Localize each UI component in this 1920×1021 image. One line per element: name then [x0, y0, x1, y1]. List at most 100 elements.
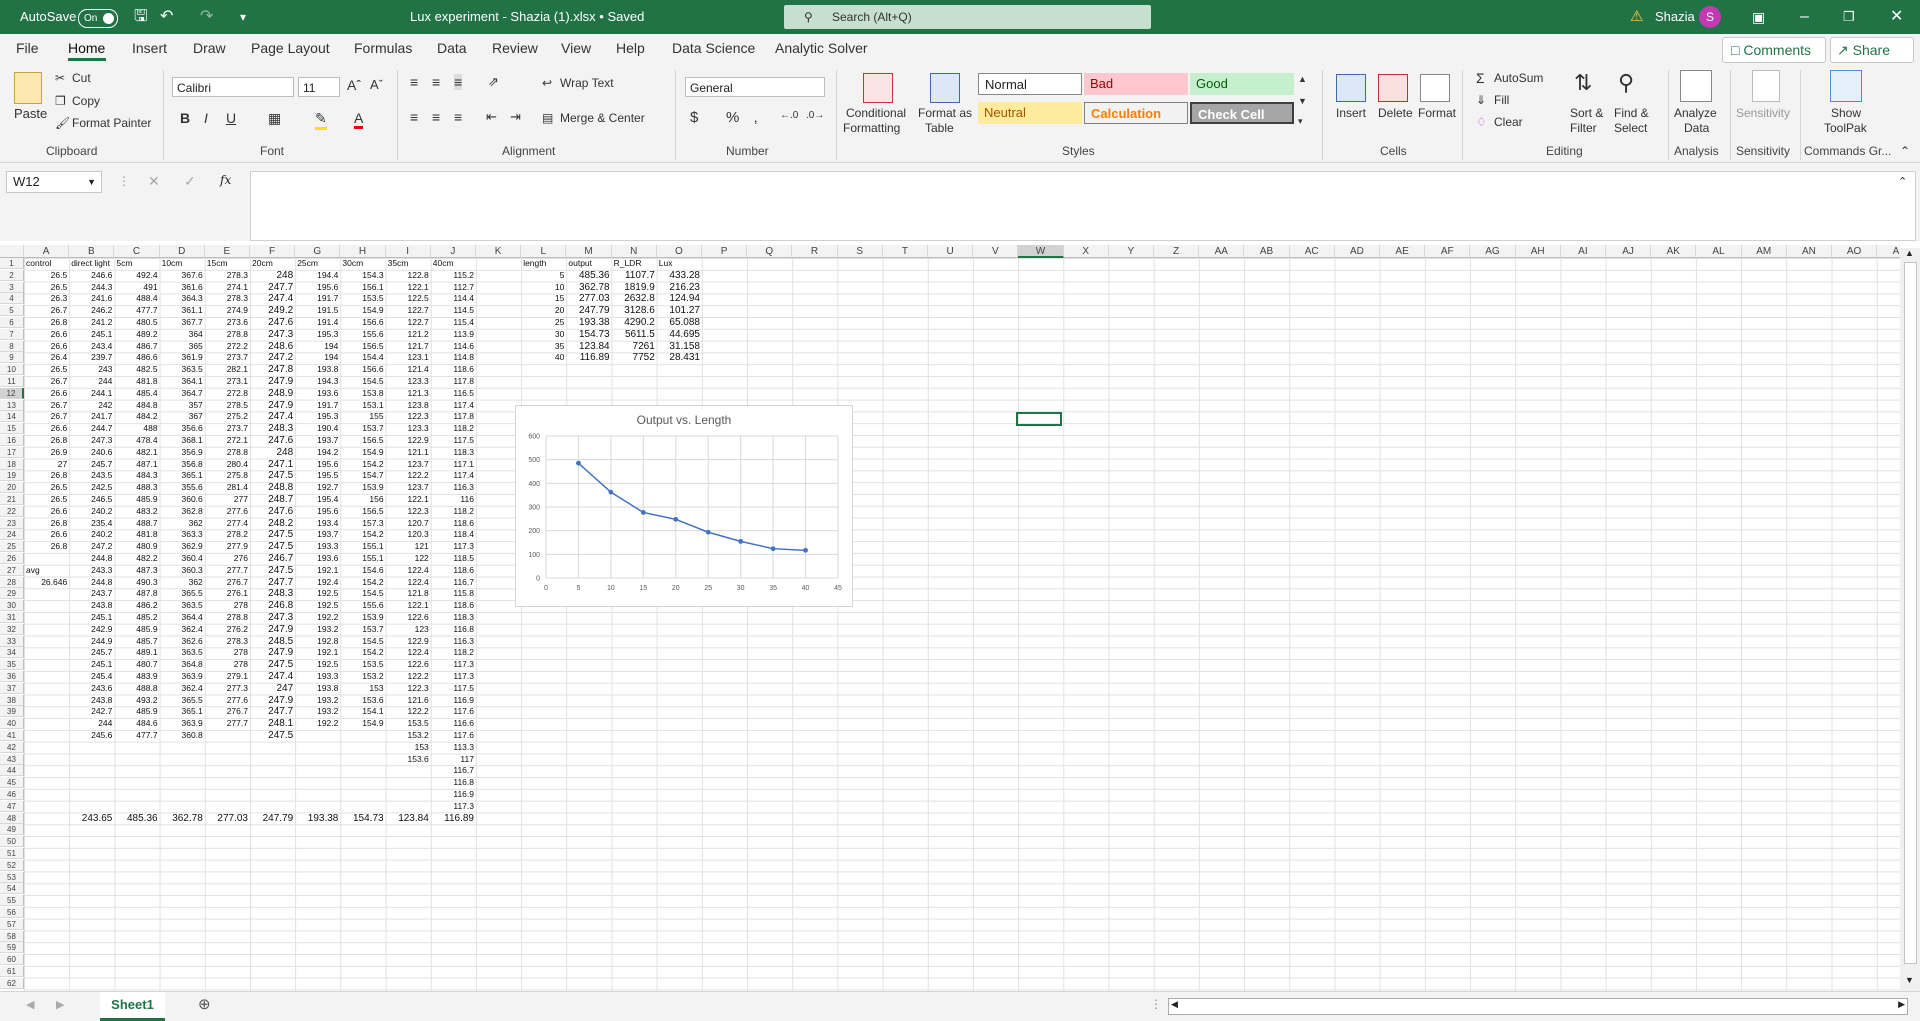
cell[interactable]: 240.6 — [69, 447, 114, 458]
cell[interactable]: 276 — [205, 553, 250, 564]
chart[interactable]: Output vs. Length 0 100 200 300 400 500 600 0 5 1… — [515, 405, 853, 607]
row-header[interactable]: 17 — [0, 446, 24, 458]
column-header-q[interactable]: Q — [747, 245, 793, 258]
row-header[interactable]: 14 — [0, 411, 24, 423]
confirm-entry-icon[interactable]: ✓ — [184, 173, 196, 190]
cell[interactable]: 154.2 — [340, 647, 385, 658]
cell[interactable]: 192.2 — [295, 612, 340, 623]
column-header-c[interactable]: C — [114, 245, 160, 258]
cell[interactable]: 121.1 — [386, 447, 431, 458]
cell[interactable]: 356.9 — [160, 447, 205, 458]
cell[interactable]: 116.9 — [431, 789, 476, 800]
cell[interactable]: 488.7 — [114, 518, 159, 529]
row-header[interactable]: 22 — [0, 505, 24, 517]
cell[interactable]: 122.3 — [386, 411, 431, 422]
cell[interactable]: 247 — [250, 683, 295, 694]
cell[interactable]: 153.5 — [386, 718, 431, 729]
cell[interactable]: 193.6 — [295, 388, 340, 399]
cell[interactable]: 155.1 — [340, 553, 385, 564]
cell[interactable]: Lux — [657, 258, 702, 269]
cell[interactable]: 480.5 — [114, 317, 159, 328]
tab-insert[interactable]: Insert — [132, 40, 167, 56]
column-header-ae[interactable]: AE — [1380, 245, 1426, 258]
cell[interactable]: 243.5 — [69, 470, 114, 481]
cell[interactable]: 242.5 — [69, 482, 114, 493]
row-header[interactable]: 18 — [0, 458, 24, 470]
cell[interactable]: 482.2 — [114, 553, 159, 564]
cell[interactable]: direct light — [69, 258, 114, 269]
cell[interactable]: 278.5 — [205, 400, 250, 411]
cell[interactable]: 153.9 — [340, 482, 385, 493]
cell[interactable]: 7752 — [612, 352, 657, 363]
cell[interactable]: 240.2 — [69, 506, 114, 517]
cell[interactable]: 362.78 — [160, 813, 205, 824]
cell[interactable]: 362.4 — [160, 624, 205, 635]
cell[interactable]: 156.1 — [340, 282, 385, 293]
cell[interactable]: 118.2 — [431, 423, 476, 434]
cell[interactable]: 243.3 — [69, 565, 114, 576]
cell[interactable]: 278.3 — [205, 293, 250, 304]
cell[interactable]: 360.4 — [160, 553, 205, 564]
cell[interactable]: 477.7 — [114, 305, 159, 316]
cut-button[interactable]: Cut — [72, 71, 91, 85]
cell[interactable]: 117.3 — [431, 541, 476, 552]
cell[interactable]: length — [521, 258, 566, 269]
cell[interactable]: 492.4 — [114, 270, 159, 281]
cell[interactable]: 122.2 — [386, 470, 431, 481]
cell[interactable]: 276.7 — [205, 706, 250, 717]
row-header[interactable]: 58 — [0, 930, 24, 942]
cell[interactable]: 191.7 — [295, 400, 340, 411]
row-header[interactable]: 25 — [0, 541, 24, 553]
cell[interactable]: 364.7 — [160, 388, 205, 399]
row-header[interactable]: 54 — [0, 883, 24, 895]
undo-icon[interactable]: ↶ — [160, 0, 173, 34]
cell[interactable]: 482.5 — [114, 364, 159, 375]
cell[interactable]: 193.2 — [295, 624, 340, 635]
cell[interactable]: 114.5 — [431, 305, 476, 316]
cell[interactable]: 278 — [205, 600, 250, 611]
cell[interactable]: 193.8 — [295, 364, 340, 375]
cell[interactable]: 248.5 — [250, 636, 295, 647]
cell[interactable]: 26.6 — [24, 506, 69, 517]
delete-cells-button[interactable]: Delete — [1378, 106, 1413, 120]
cell[interactable]: 488.8 — [114, 683, 159, 694]
cell[interactable]: 216.23 — [657, 282, 702, 293]
cell[interactable]: 112.7 — [431, 282, 476, 293]
format-painter-button[interactable]: Format Painter — [72, 116, 151, 130]
column-header-ag[interactable]: AG — [1470, 245, 1516, 258]
cell[interactable]: 247.3 — [69, 435, 114, 446]
cell[interactable]: 195.3 — [295, 411, 340, 422]
row-header[interactable]: 2 — [0, 269, 24, 281]
row-header[interactable]: 35 — [0, 659, 24, 671]
row-header[interactable]: 45 — [0, 777, 24, 789]
column-header-v[interactable]: V — [973, 245, 1019, 258]
cell[interactable]: 153.7 — [340, 624, 385, 635]
cell[interactable]: 123.1 — [386, 352, 431, 363]
cell[interactable]: 118.6 — [431, 565, 476, 576]
cell[interactable]: 276.2 — [205, 624, 250, 635]
cell[interactable]: 272.2 — [205, 341, 250, 352]
row-header[interactable]: 36 — [0, 671, 24, 682]
cell[interactable]: 117.3 — [431, 801, 476, 812]
cell[interactable]: 116.7 — [431, 577, 476, 588]
cell[interactable]: 26.5 — [24, 494, 69, 505]
cell[interactable]: 117.5 — [431, 435, 476, 446]
cell[interactable]: 7261 — [612, 341, 657, 352]
comments-button[interactable]: □ Comments — [1722, 37, 1826, 63]
cell[interactable]: 35cm — [386, 258, 431, 269]
cell[interactable]: 247.7 — [250, 282, 295, 293]
row-header[interactable]: 24 — [0, 529, 24, 541]
cell[interactable]: 486.2 — [114, 600, 159, 611]
cell[interactable]: 195.6 — [295, 459, 340, 470]
column-header-o[interactable]: O — [656, 245, 702, 258]
cell[interactable]: 122.9 — [386, 636, 431, 647]
cell[interactable]: 278.3 — [205, 636, 250, 647]
cell[interactable]: 31.158 — [657, 341, 702, 352]
cell[interactable]: 154.2 — [340, 577, 385, 588]
cell[interactable]: 273.7 — [205, 352, 250, 363]
cell[interactable]: 153.1 — [340, 400, 385, 411]
row-header[interactable]: 43 — [0, 753, 24, 765]
cell[interactable]: 155.6 — [340, 329, 385, 340]
select-all-corner[interactable] — [0, 245, 24, 258]
styles-scroll-down-icon[interactable]: ▼ — [1298, 96, 1307, 106]
